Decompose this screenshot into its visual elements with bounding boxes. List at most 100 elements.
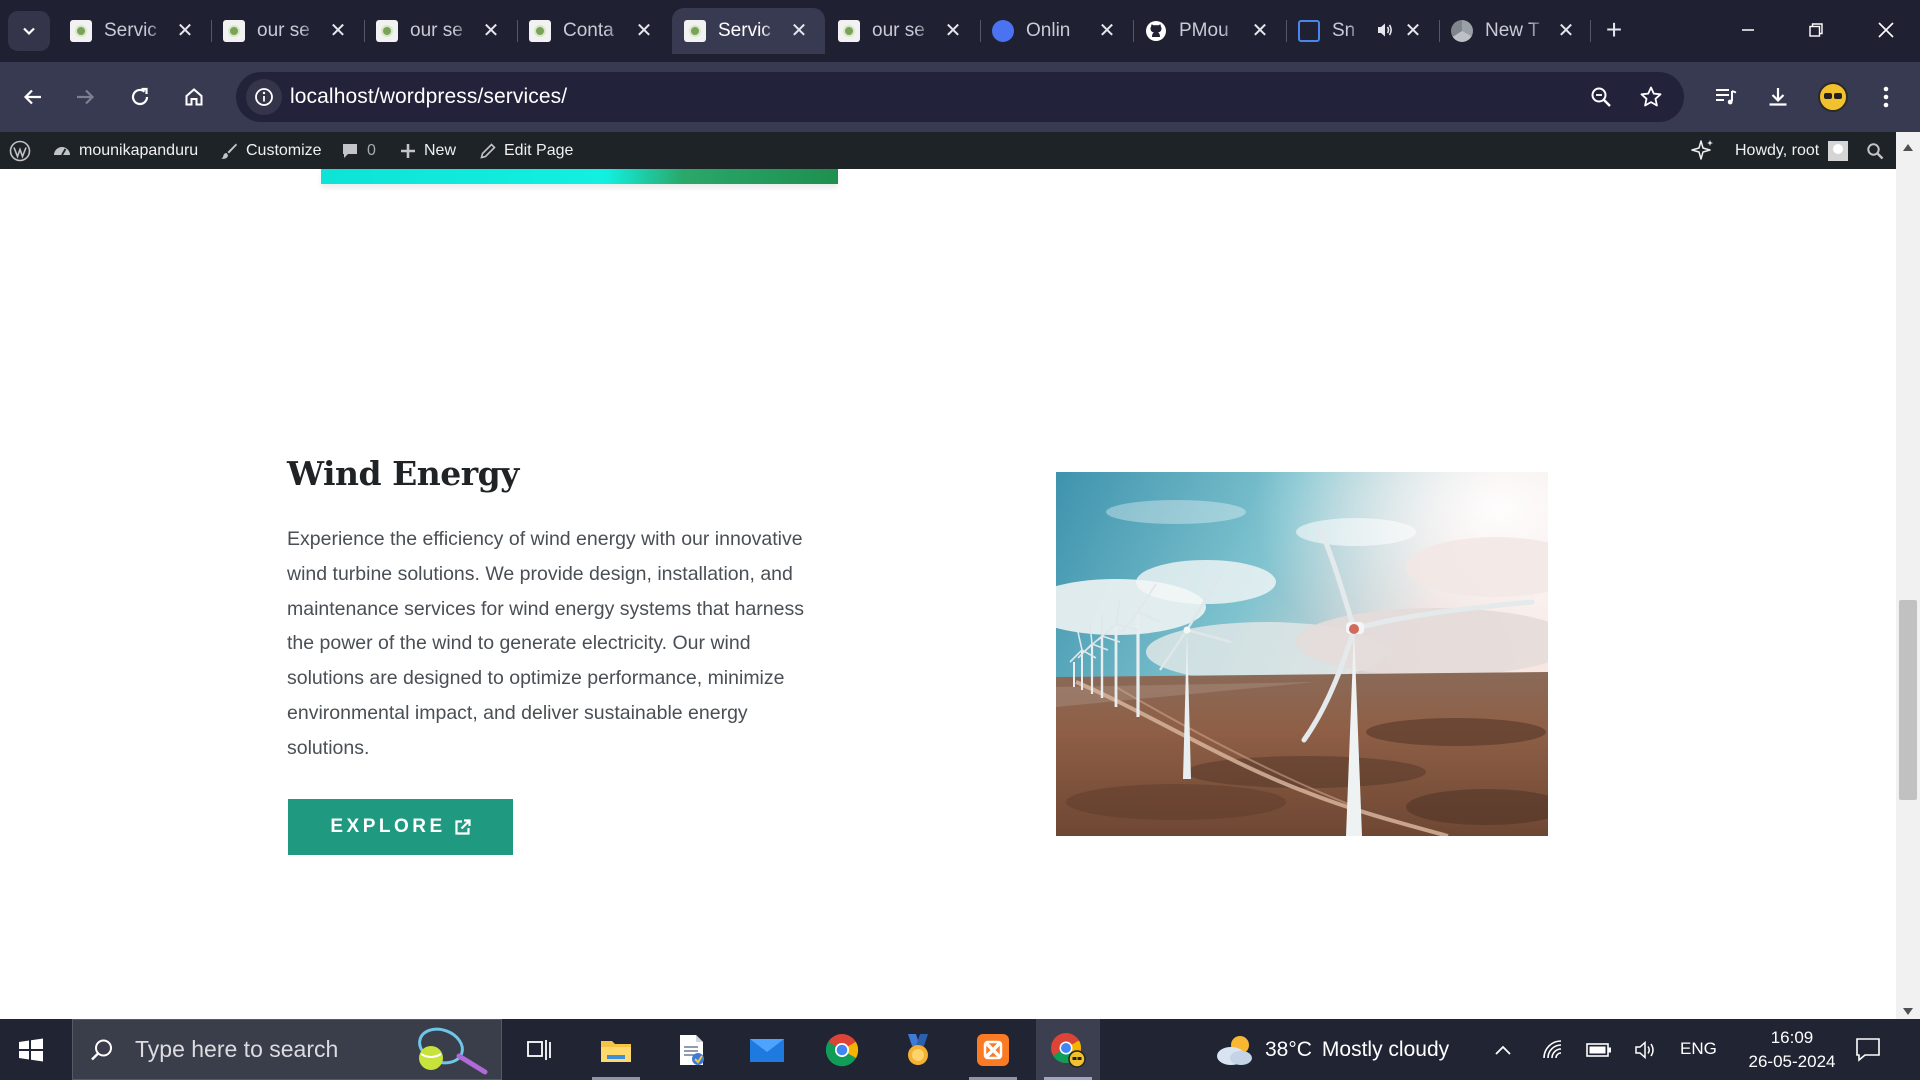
scroll-up-arrow-icon[interactable] [1903, 144, 1913, 151]
tab-close-icon[interactable]: ✕ [632, 18, 656, 42]
profile-button[interactable] [1813, 77, 1853, 117]
tab-close-icon[interactable]: ✕ [173, 18, 197, 42]
profile-avatar [1818, 82, 1848, 112]
task-view-button[interactable] [508, 1019, 572, 1080]
close-window-button[interactable] [1856, 8, 1916, 52]
start-button[interactable] [14, 1033, 48, 1067]
downloads-button[interactable] [1758, 77, 1798, 117]
battery-button[interactable] [1586, 1037, 1612, 1063]
tab-close-icon[interactable]: ✕ [1248, 18, 1272, 42]
browser-tab[interactable]: Sn ✕ [1286, 8, 1439, 54]
star-icon [1640, 86, 1662, 107]
explore-button-label: EXPLORE [330, 816, 446, 837]
browser-tab[interactable]: New T ✕ [1439, 8, 1592, 54]
restore-button[interactable] [1786, 8, 1846, 52]
file-explorer-app[interactable] [584, 1019, 648, 1080]
scrollbar-thumb[interactable] [1899, 600, 1917, 800]
browser-tab[interactable]: our se ✕ [826, 8, 979, 54]
media-playlist-icon [1716, 89, 1737, 105]
chrome-app[interactable] [810, 1019, 874, 1080]
site-info-button[interactable] [246, 79, 282, 115]
tab-close-icon[interactable]: ✕ [787, 18, 811, 42]
info-icon [255, 88, 273, 106]
tab-title: Servic [104, 20, 157, 41]
clock[interactable]: 16:09 26-05-2024 [1746, 1026, 1838, 1074]
browser-tab[interactable]: Servic ✕ [58, 8, 211, 54]
reload-button[interactable] [120, 77, 160, 117]
page-scrollbar[interactable] [1896, 132, 1920, 1019]
tab-search-button[interactable] [8, 11, 50, 51]
wp-search[interactable] [1866, 132, 1884, 169]
download-icon [1769, 88, 1787, 106]
wp-edit-page[interactable]: Edit Page [479, 132, 573, 169]
browser-tab[interactable]: our se ✕ [364, 8, 517, 54]
tab-close-icon[interactable]: ✕ [1095, 18, 1119, 42]
xampp-app[interactable] [961, 1019, 1025, 1080]
browser-tab[interactable]: Onlin ✕ [980, 8, 1133, 54]
tab-title: PMou [1179, 20, 1229, 41]
language-indicator[interactable]: ENG [1680, 1039, 1717, 1059]
mail-app[interactable] [735, 1019, 799, 1080]
url-text[interactable]: localhost/wordpress/services/ [290, 85, 567, 109]
reading-list-button[interactable] [1706, 77, 1746, 117]
new-tab-button[interactable]: + [1597, 13, 1631, 47]
explore-button[interactable]: EXPLORE [288, 799, 513, 855]
folder-icon [601, 1040, 631, 1062]
forward-button[interactable] [65, 77, 105, 117]
taskbar-search-box[interactable]: Type here to search [72, 1019, 502, 1080]
browser-tab[interactable]: Conta ✕ [517, 8, 670, 54]
wp-site-name[interactable]: mounikapanduru [52, 132, 198, 169]
chrome-icon [825, 1033, 859, 1066]
network-button[interactable] [1540, 1037, 1566, 1063]
mail-icon [750, 1038, 784, 1062]
wp-customize[interactable]: Customize [219, 132, 322, 169]
browser-tab-strip: Servic ✕ our se ✕ our se ✕ Conta ✕ Servi… [0, 0, 1920, 62]
tab-close-icon[interactable]: ✕ [479, 18, 503, 42]
wp-my-account[interactable]: Howdy, root [1735, 132, 1849, 169]
weather-widget[interactable]: 38°C Mostly cloudy [1213, 1019, 1449, 1080]
volume-button[interactable] [1633, 1037, 1659, 1063]
battery-icon [1586, 1043, 1611, 1057]
document-app[interactable] [660, 1019, 724, 1080]
wp-comments[interactable]: 0 [340, 132, 376, 169]
notifications-button[interactable] [1854, 1036, 1882, 1067]
home-button[interactable] [174, 77, 214, 117]
windows-logo-icon [19, 1038, 43, 1062]
volume-icon [1635, 1040, 1654, 1060]
tab-close-icon[interactable]: ✕ [1401, 18, 1425, 42]
browser-tab[interactable]: PMou ✕ [1133, 8, 1286, 54]
site-favicon-icon [529, 20, 551, 42]
address-bar[interactable]: localhost/wordpress/services/ [236, 72, 1684, 122]
zoom-button[interactable] [1586, 82, 1616, 112]
comment-count: 0 [367, 141, 376, 159]
new-label: New [424, 141, 457, 159]
badge-app[interactable] [886, 1019, 950, 1080]
bookmark-button[interactable] [1636, 82, 1666, 112]
tab-close-icon[interactable]: ✕ [326, 18, 350, 42]
restore-icon [1809, 23, 1823, 37]
site-favicon-icon [684, 20, 706, 42]
back-button[interactable] [13, 77, 53, 117]
reload-icon [131, 87, 149, 106]
task-view-icon [527, 1039, 551, 1060]
show-hidden-icons-button[interactable] [1490, 1037, 1516, 1063]
chrome-profile-app[interactable] [1036, 1019, 1100, 1080]
site-favicon-icon [70, 20, 92, 42]
browser-tab[interactable]: our se ✕ [211, 8, 364, 54]
tab-close-icon[interactable]: ✕ [1554, 18, 1578, 42]
menu-button[interactable] [1866, 77, 1906, 117]
comment-icon [343, 143, 357, 158]
document-icon [680, 1034, 704, 1065]
minimize-button[interactable] [1718, 8, 1778, 52]
chevron-up-icon [1495, 1045, 1511, 1055]
scroll-down-arrow-icon[interactable] [1903, 1008, 1913, 1015]
speaker-icon[interactable] [1375, 20, 1395, 46]
tab-close-icon[interactable]: ✕ [941, 18, 965, 42]
chrome-icon [1451, 20, 1473, 42]
browser-tab-active[interactable]: Servic ✕ [672, 8, 825, 54]
tennis-racket-icon [418, 1027, 488, 1075]
clock-time: 16:09 [1770, 1028, 1814, 1047]
wp-logo-menu[interactable] [9, 132, 31, 169]
wp-new-content[interactable]: New [399, 132, 456, 169]
wp-ai-sparkle[interactable] [1690, 132, 1716, 169]
